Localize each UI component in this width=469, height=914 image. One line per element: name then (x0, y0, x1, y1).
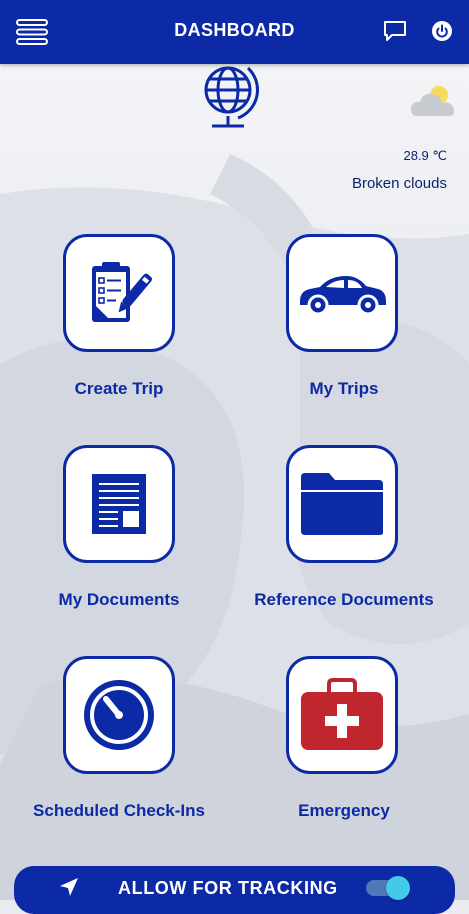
temperature-label: 28.9 ℃ (403, 148, 447, 163)
create-trip-button[interactable] (63, 234, 175, 352)
scheduled-check-ins-button[interactable] (63, 656, 175, 774)
chat-bubble-icon[interactable] (383, 20, 407, 42)
weather-description: Broken clouds (351, 175, 447, 192)
allow-tracking-bar: ALLOW FOR TRACKING (14, 866, 455, 914)
app-bar: DASHBOARD (0, 0, 469, 64)
reference-documents-label: Reference Documents (254, 590, 434, 609)
allow-tracking-label: ALLOW FOR TRACKING (118, 878, 338, 898)
car-icon (300, 276, 386, 315)
toggle-knob (386, 876, 410, 900)
partly-cloudy-icon (408, 84, 460, 118)
tracking-toggle[interactable] (366, 876, 410, 900)
clipboard-pen-icon (92, 262, 152, 322)
my-trips-label: My Trips (309, 379, 379, 398)
create-trip-label: Create Trip (74, 379, 164, 398)
document-icon (92, 474, 146, 534)
globe-logo-icon (198, 60, 262, 134)
my-trips-button[interactable] (286, 234, 398, 352)
timer-icon (84, 680, 154, 750)
power-icon[interactable] (431, 20, 453, 42)
navigation-arrow-icon (58, 876, 80, 898)
emergency-label: Emergency (298, 801, 390, 820)
folder-icon (301, 473, 383, 535)
emergency-button[interactable] (286, 656, 398, 774)
my-documents-button[interactable] (63, 445, 175, 563)
my-documents-label: My Documents (58, 590, 180, 609)
reference-documents-button[interactable] (286, 445, 398, 563)
first-aid-kit-icon (301, 678, 383, 750)
scheduled-check-ins-label: Scheduled Check-Ins (33, 801, 205, 820)
